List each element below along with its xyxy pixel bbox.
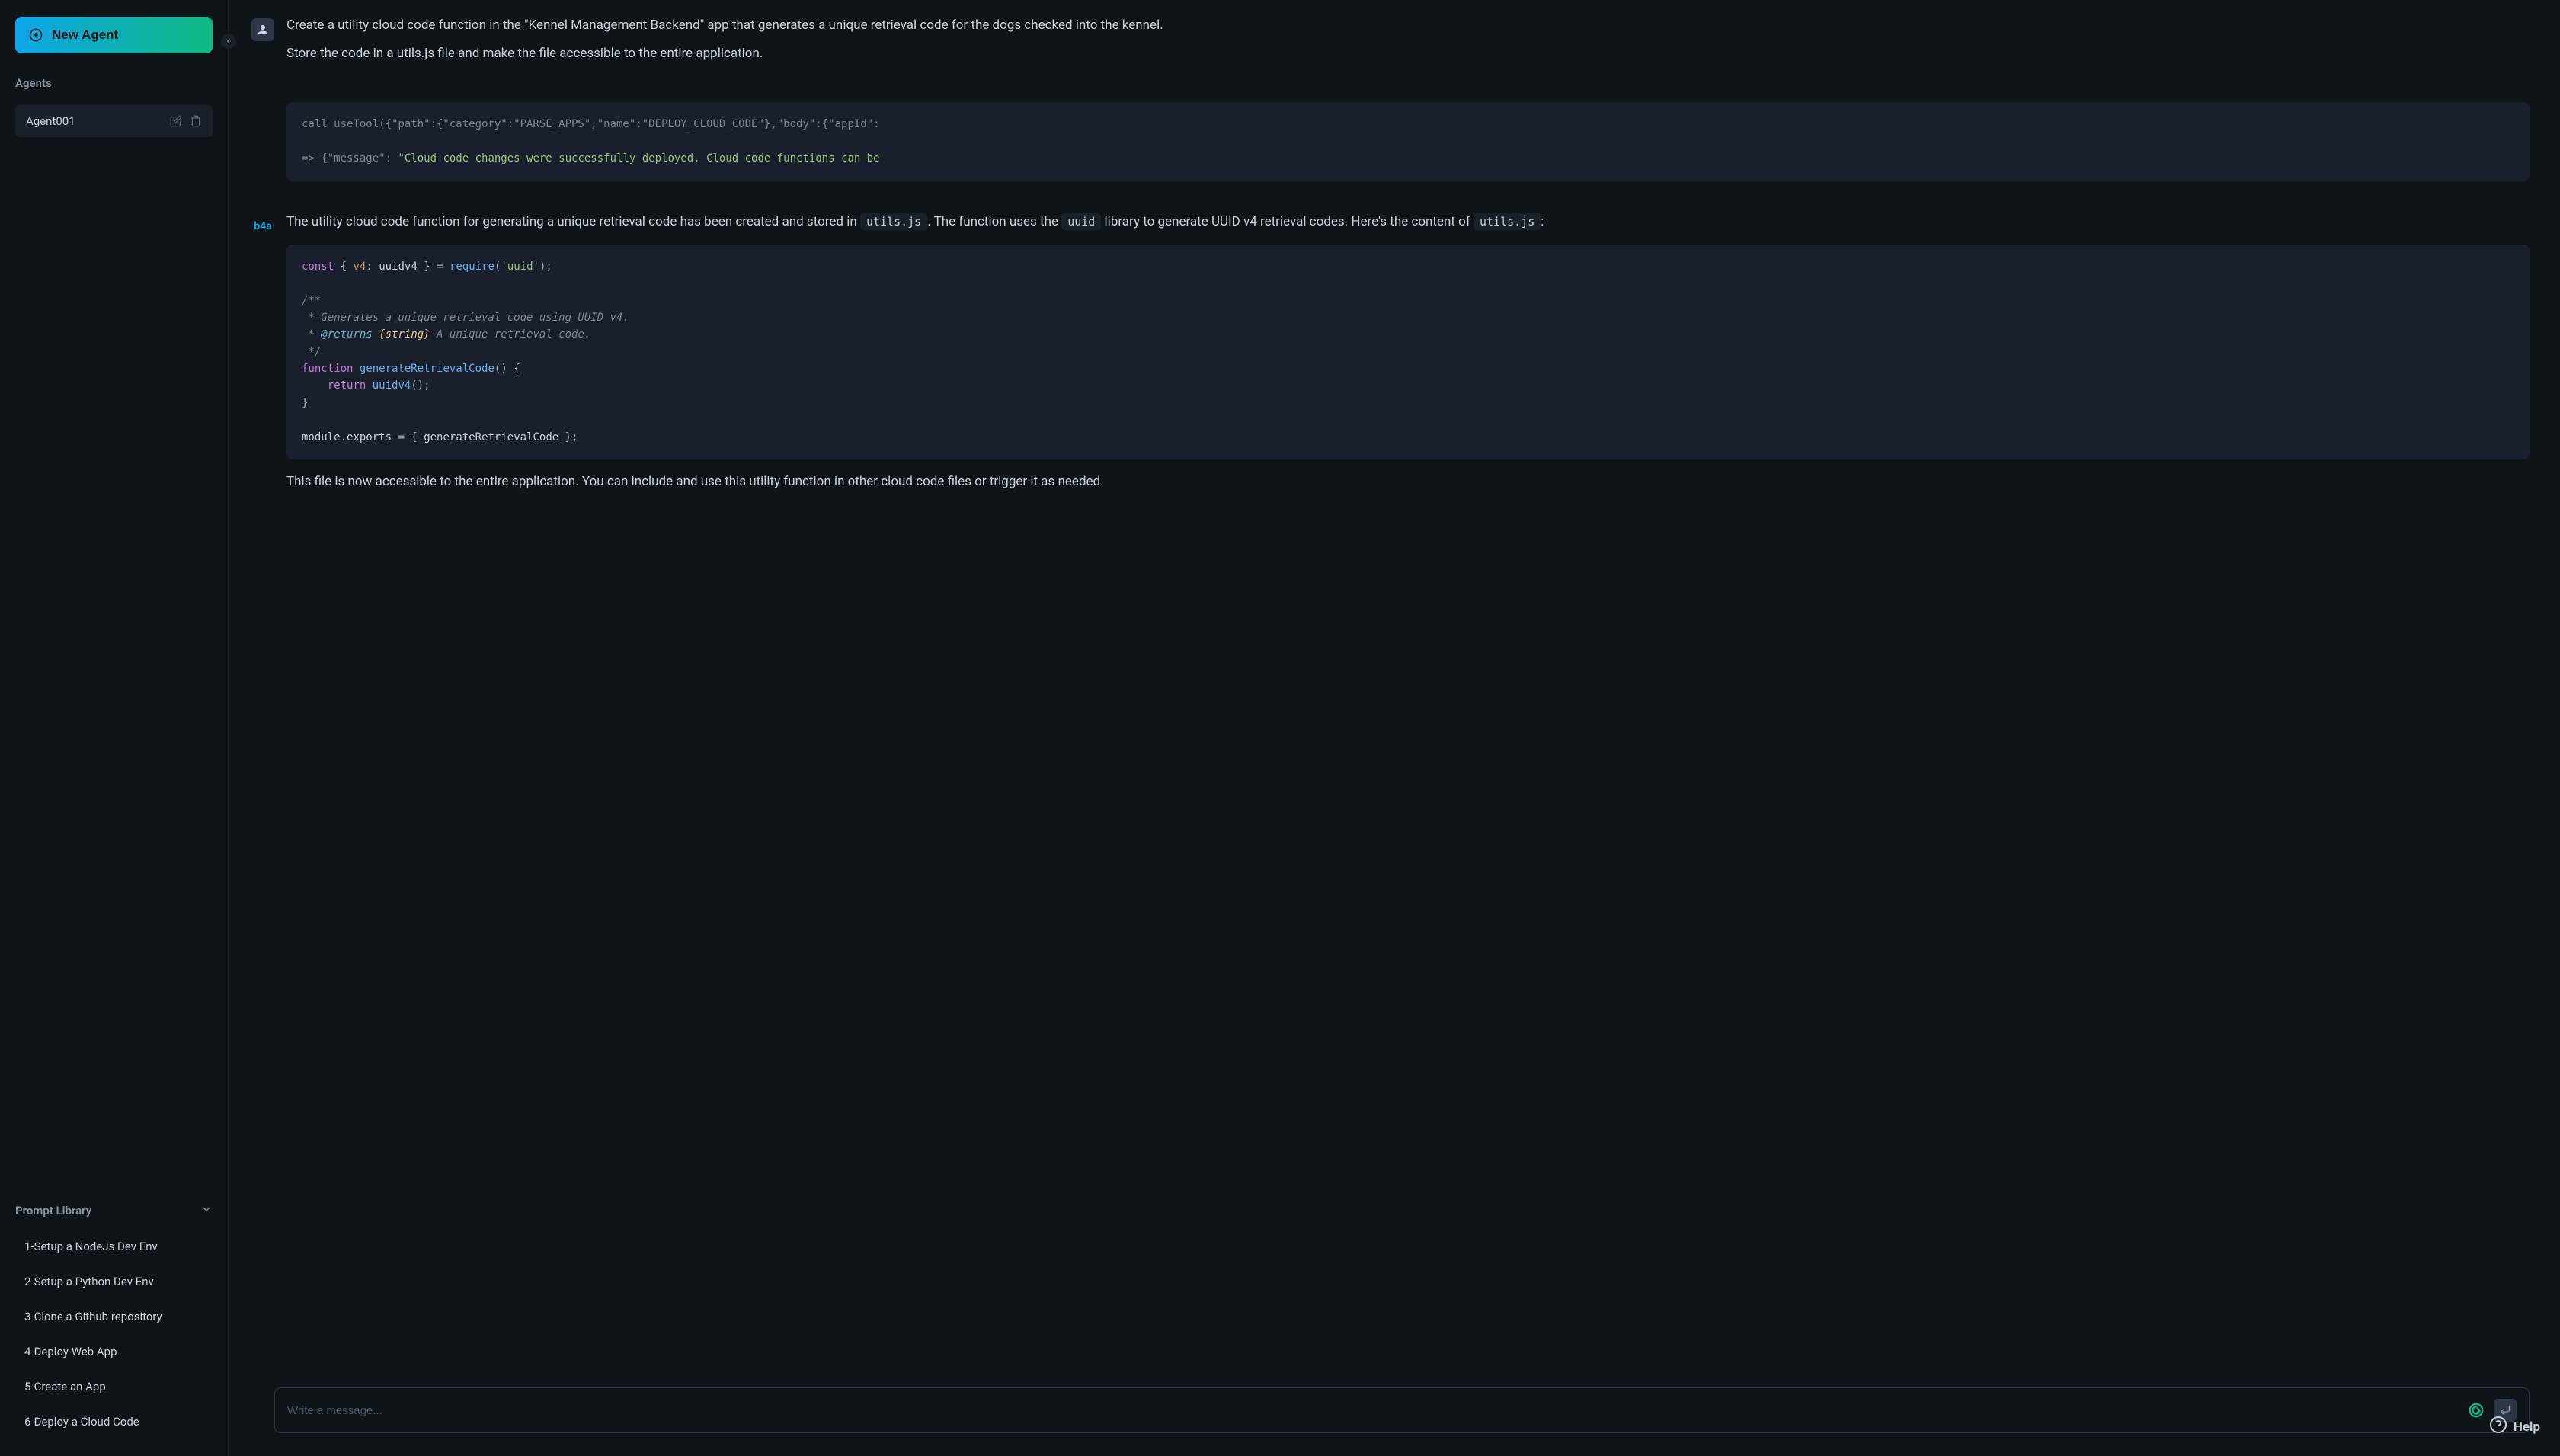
- agents-section-title: Agents: [15, 76, 213, 90]
- edit-icon[interactable]: [170, 115, 182, 127]
- help-icon: [2489, 1416, 2507, 1438]
- prompt-library-title: Prompt Library: [15, 1204, 91, 1218]
- delete-icon[interactable]: [190, 115, 202, 127]
- collapse-sidebar-button[interactable]: [221, 34, 236, 49]
- agent-actions: [170, 115, 202, 127]
- chat-scroll[interactable]: Create a utility cloud code function in …: [229, 0, 2560, 1375]
- prompt-list: 1-Setup a NodeJs Dev Env 2-Setup a Pytho…: [15, 1229, 213, 1439]
- tool-output-content: call useTool({"path":{"category":"PARSE_…: [286, 90, 2530, 193]
- message-input[interactable]: [287, 1404, 2468, 1417]
- message-input-box: [274, 1387, 2530, 1433]
- inline-code-uuid: uuid: [1061, 213, 1101, 230]
- help-widget[interactable]: Help: [2489, 1416, 2540, 1438]
- prompt-item-5[interactable]: 5-Create an App: [15, 1369, 213, 1404]
- new-agent-button[interactable]: New Agent: [15, 17, 213, 53]
- bot-text: :: [1541, 214, 1544, 229]
- plus-icon: [29, 28, 43, 42]
- code-block-utils-content: const { v4: uuidv4 } = require('uuid'); …: [286, 245, 2530, 459]
- user-message-row: Create a utility cloud code function in …: [251, 15, 2530, 72]
- prompt-item-3[interactable]: 3-Clone a Github repository: [15, 1299, 213, 1334]
- prompt-library-header[interactable]: Prompt Library: [15, 1197, 213, 1224]
- main-chat-area: Create a utility cloud code function in …: [229, 0, 2560, 1456]
- code-line: call useTool({"path":{"category":"PARSE_…: [302, 118, 880, 130]
- user-message-content: Create a utility cloud code function in …: [286, 15, 2530, 72]
- sidebar: New Agent Agents Agent001: [0, 0, 229, 1456]
- user-avatar: [251, 18, 274, 41]
- input-container: [229, 1375, 2560, 1456]
- bot-avatar: b4a: [251, 215, 274, 238]
- bot-para-1: The utility cloud code function for gene…: [286, 212, 2530, 232]
- new-agent-label: New Agent: [52, 27, 118, 43]
- tool-output-row: call useTool({"path":{"category":"PARSE_…: [251, 90, 2530, 193]
- prompt-item-2[interactable]: 2-Setup a Python Dev Env: [15, 1264, 213, 1299]
- agent-item[interactable]: Agent001: [15, 105, 213, 137]
- bot-message-row: b4a The utility cloud code function for …: [251, 212, 2530, 501]
- bot-para-2: This file is now accessible to the entir…: [286, 472, 2530, 492]
- bot-message-content: The utility cloud code function for gene…: [286, 212, 2530, 501]
- user-text-line2: Store the code in a utils.js file and ma…: [286, 43, 2530, 64]
- user-text-line1: Create a utility cloud code function in …: [286, 15, 2530, 36]
- inline-code-utils: utils.js: [860, 213, 927, 230]
- help-label: Help: [2514, 1419, 2540, 1435]
- prompt-item-6[interactable]: 6-Deploy a Cloud Code: [15, 1404, 213, 1439]
- chevron-down-icon: [200, 1203, 213, 1218]
- code-block-tool-call: call useTool({"path":{"category":"PARSE_…: [286, 102, 2530, 181]
- bot-text: The utility cloud code function for gene…: [286, 214, 860, 229]
- prompt-item-1[interactable]: 1-Setup a NodeJs Dev Env: [15, 1229, 213, 1264]
- prompt-library-section: Prompt Library 1-Setup a NodeJs Dev Env …: [15, 1197, 213, 1439]
- grammarly-icon[interactable]: [2468, 1402, 2485, 1419]
- agent-name: Agent001: [26, 114, 75, 128]
- bot-text: library to generate UUID v4 retrieval co…: [1101, 214, 1474, 229]
- prompt-item-4[interactable]: 4-Deploy Web App: [15, 1334, 213, 1369]
- bot-text: . The function uses the: [927, 214, 1061, 229]
- inline-code-utils2: utils.js: [1474, 213, 1541, 230]
